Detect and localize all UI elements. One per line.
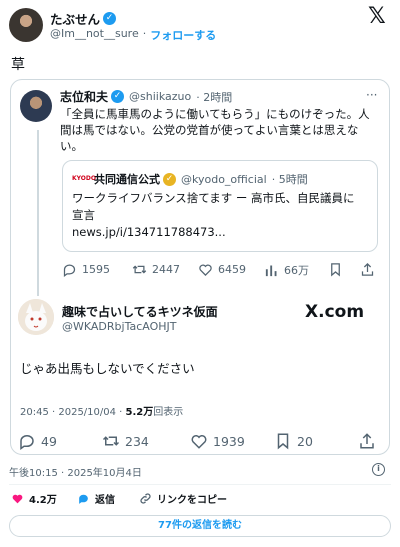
copy-link-label: リンクをコピー [157,495,227,506]
author-name-row[interactable]: たぶせん ✓ [50,9,117,28]
quoted-action-bar: 1595 2447 6459 66万 [62,262,378,278]
link-icon [140,493,151,504]
gold-verified-badge-icon: ✓ [163,172,176,186]
author-handle[interactable]: @Im__not__sure [50,27,139,43]
reply-author-name[interactable]: 趣味で占いしてるキツネ仮面 [62,303,218,320]
views-icon [265,265,277,276]
reply-button[interactable]: 返信 [77,491,115,506]
bookmark-icon [277,433,289,450]
bookmark-count: 20 [297,433,313,449]
quoted-author-row[interactable]: 志位和夫 ✓ @shiikazuo · 2時間 [60,88,232,105]
tweet-timestamp[interactable]: 午後10:15 · 2025年10月4日 [9,464,142,479]
reply-count: 49 [41,433,57,449]
share-icon [361,262,374,276]
inner-author-row[interactable]: 共同通信公式 ✓ @kyodo_official · 5時間 [94,171,308,187]
reply-views-label: 回表示 [153,407,184,418]
reply-author-avatar[interactable] [18,299,54,335]
follow-button[interactable]: フォローする [150,27,216,43]
reply-icon [20,434,34,450]
x-com-watermark: X.com [305,302,365,322]
like-button[interactable]: 6459 [198,262,246,277]
inner-text-line1: ワークライフバランス捨てます ー 高市氏、自民議員に [72,191,355,205]
author-name[interactable]: たぶせん [50,9,100,28]
like-button[interactable]: 1939 [190,432,245,450]
tweet-text: 草 [11,57,25,73]
verified-badge-icon: ✓ [103,12,117,25]
author-avatar[interactable] [9,8,43,42]
quoted-author-handle[interactable]: @shiikazuo [129,90,191,103]
tweet-action-bar: 4.2万 返信 リンクをコピー [9,491,309,507]
views-button[interactable]: 66万 [264,262,309,278]
read-replies-button[interactable]: 77件の返信を読む [9,515,391,537]
verified-badge-icon: ✓ [111,90,125,103]
reply-button[interactable]: 1595 [62,262,110,277]
reply-icon [63,264,76,277]
like-count: 4.2万 [29,495,57,506]
quoted-author-name[interactable]: 志位和夫 [60,88,108,105]
inner-link[interactable]: news.jp/i/134711788473... [72,224,372,241]
inner-time[interactable]: · 5時間 [272,171,308,187]
reply-filled-icon [79,494,88,504]
author-handle-row: @Im__not__sure · フォローする [50,27,216,43]
bookmark-icon [331,263,340,277]
reply-text: じゃあ出馬もしないでください [20,361,195,376]
quoted-text: 「全員に馬車馬のように働いてもらう」にものけぞった。人間は馬ではない。公党の党首… [60,107,370,153]
like-count: 1939 [213,433,245,449]
inner-text-line2: 宣言 [72,208,95,222]
inner-text: ワークライフバランス捨てます ー 高市氏、自民議員に 宣言 news.jp/i/… [72,190,372,241]
heart-icon [199,264,212,277]
reply-action-bar: 49 234 1939 20 [18,432,380,450]
retweet-count: 2447 [152,263,180,276]
info-icon[interactable]: i [372,463,385,476]
retweet-icon [102,436,120,446]
reply-author-handle[interactable]: @WKADRbjTacAOHJT [62,320,177,333]
retweet-button[interactable]: 234 [102,432,149,450]
views-count: 66万 [284,264,309,277]
heart-filled-icon [12,494,23,504]
reply-label: 返信 [95,495,115,506]
more-options-icon[interactable]: ··· [366,88,377,102]
bookmark-button[interactable]: 20 [274,432,313,450]
retweet-count: 234 [125,433,149,449]
kyodo-logo-icon: KYODO [72,175,96,182]
retweet-button[interactable]: 2447 [132,262,180,277]
quoted-time[interactable]: · 2時間 [196,89,232,105]
like-count: 6459 [218,263,246,276]
thread-line [37,130,39,296]
x-logo-icon[interactable]: 𝕏 [368,4,386,29]
copy-link-button[interactable]: リンクをコピー [139,491,227,506]
retweet-icon [132,265,147,274]
bookmark-button[interactable] [328,262,343,277]
reply-views-count: 5.2万 [125,407,154,418]
reply-timestamp[interactable]: 20:45 · 2025/10/04 · [20,407,126,418]
fox-mask-icon [18,299,54,335]
like-button[interactable]: 4.2万 [11,491,57,506]
reply-count: 1595 [82,263,110,276]
reply-meta: 20:45 · 2025/10/04 · 5.2万回表示 [20,403,183,418]
share-icon [360,433,374,449]
share-button[interactable] [358,432,376,450]
quoted-author-avatar[interactable] [20,90,52,122]
inner-author-handle[interactable]: @kyodo_official [181,173,267,186]
share-button[interactable] [360,262,375,277]
heart-icon [191,435,207,449]
inner-author-name[interactable]: 共同通信公式 [94,171,160,187]
reply-button[interactable]: 49 [18,432,57,450]
divider [9,484,391,485]
separator-dot: · [142,27,147,40]
